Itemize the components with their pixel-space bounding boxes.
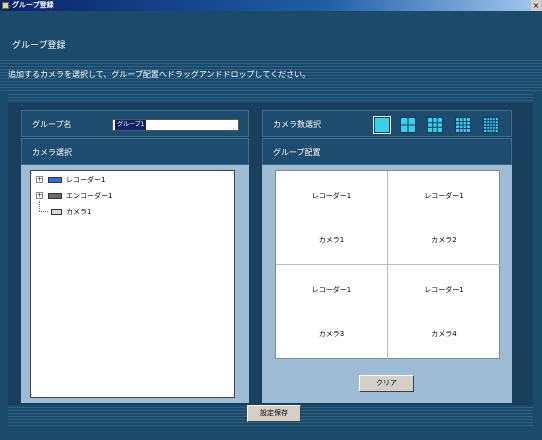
group-layout-header: グループ配置 xyxy=(262,138,512,165)
camera-select-header: カメラ選択 xyxy=(21,138,249,165)
page-header: グループ登録 xyxy=(0,11,542,59)
cell-recorder-name: レコーダー1 xyxy=(311,192,352,200)
layout-1-button[interactable] xyxy=(373,116,391,134)
camera-select-label: カメラ選択 xyxy=(32,148,72,157)
layout-25-icon xyxy=(484,118,498,132)
camera-count-bar: カメラ数選択 xyxy=(262,110,512,137)
page-title: グループ登録 xyxy=(12,41,66,51)
layout-9-icon xyxy=(428,118,442,132)
tree-item-label: エンコーダー1 xyxy=(66,192,113,200)
group-name-label: グループ名 xyxy=(32,120,72,129)
layout-4-icon xyxy=(401,118,415,132)
camera-count-label: カメラ数選択 xyxy=(273,120,321,129)
group-layout-grid[interactable]: レコーダー1 カメラ1 レコーダー1 カメラ2 レコーダー1 カメラ3 レコーダ… xyxy=(275,170,500,359)
group-name-bar: グループ名 グループ1 xyxy=(21,110,249,137)
tree-connector xyxy=(39,201,41,211)
tree-item-label: レコーダー1 xyxy=(66,176,106,184)
group-layout-label: グループ配置 xyxy=(273,148,321,157)
expand-icon[interactable]: + xyxy=(36,192,43,199)
layout-cell[interactable]: レコーダー1 カメラ1 xyxy=(276,171,388,265)
layout-16-button[interactable] xyxy=(455,117,471,133)
group-name-input[interactable]: グループ1 xyxy=(112,119,239,131)
cell-camera-name: カメラ2 xyxy=(431,236,457,244)
layout-1-icon xyxy=(375,118,389,132)
cell-recorder-name: レコーダー1 xyxy=(424,192,464,200)
expand-icon[interactable]: + xyxy=(36,176,43,183)
camera-icon xyxy=(51,209,62,215)
cell-recorder-name: レコーダー1 xyxy=(311,286,352,294)
layout-cell[interactable]: レコーダー1 カメラ4 xyxy=(388,265,500,359)
group-name-value: グループ1 xyxy=(115,120,147,130)
layout-4-button[interactable] xyxy=(400,117,416,133)
encoder-icon xyxy=(48,193,62,199)
layout-9-button[interactable] xyxy=(427,117,443,133)
app-icon xyxy=(2,2,9,9)
recorder-icon xyxy=(48,177,62,183)
tree-item-label: カメラ1 xyxy=(66,208,92,216)
tree-connector xyxy=(39,211,48,213)
clear-button[interactable]: クリア xyxy=(359,375,414,392)
layout-cell[interactable]: レコーダー1 カメラ3 xyxy=(276,265,388,359)
cell-camera-name: カメラ4 xyxy=(431,330,457,338)
camera-tree[interactable]: + レコーダー1 + エンコーダー1 カメラ1 xyxy=(30,170,235,398)
cell-camera-name: カメラ1 xyxy=(318,236,345,244)
layout-cell[interactable]: レコーダー1 カメラ2 xyxy=(388,171,500,265)
layout-16-icon xyxy=(456,118,470,132)
main-top-stripes xyxy=(8,93,533,103)
layout-25-button[interactable] xyxy=(483,117,499,133)
close-icon[interactable]: × xyxy=(531,0,541,11)
save-settings-button[interactable]: 設定保存 xyxy=(247,405,301,422)
instruction-text: 追加するカメラを選択して、グループ配置へドラッグアンドドロップしてください。 xyxy=(8,70,311,79)
cell-recorder-name: レコーダー1 xyxy=(424,286,464,294)
window-title: グループ登録 xyxy=(12,1,54,9)
cell-camera-name: カメラ3 xyxy=(318,330,345,338)
window-title-bar[interactable]: グループ登録 × xyxy=(0,0,542,11)
